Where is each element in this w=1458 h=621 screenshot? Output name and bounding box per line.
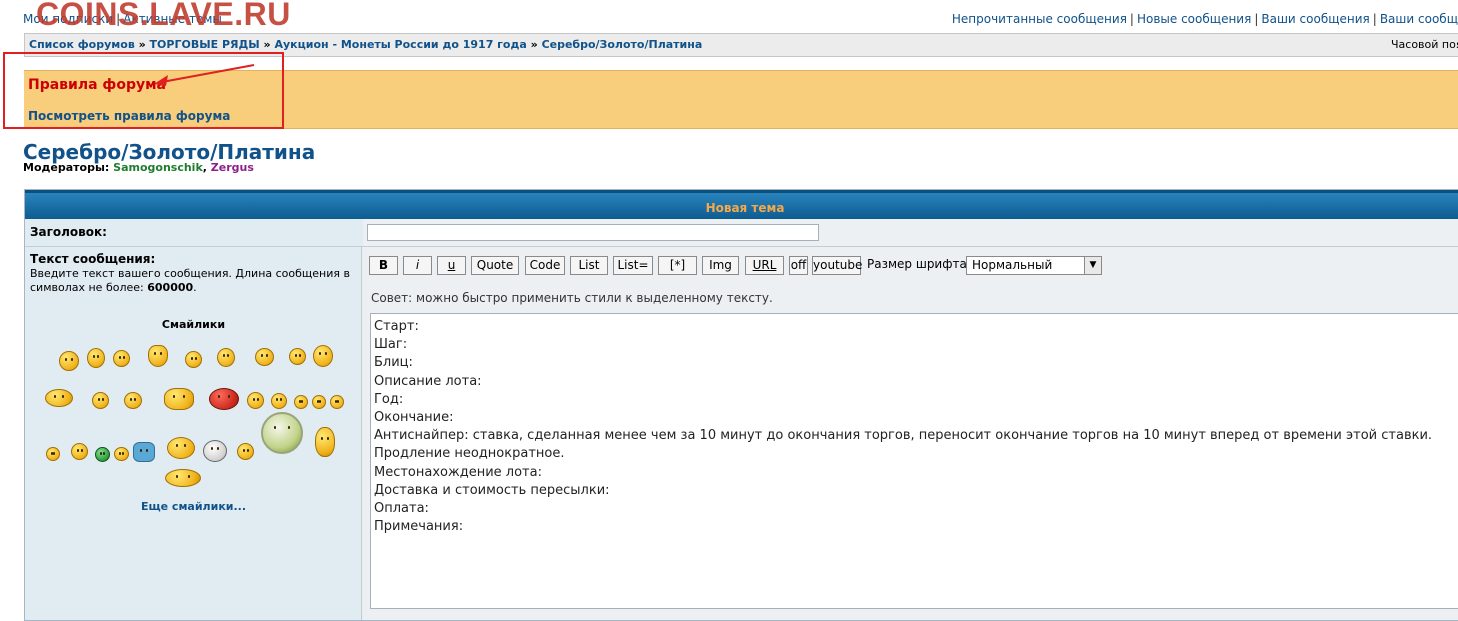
message-label: Текст сообщения: bbox=[30, 252, 156, 266]
breadcrumb-forum-index[interactable]: Список форумов bbox=[29, 38, 135, 51]
question-icon[interactable] bbox=[312, 395, 326, 409]
breadcrumb-auction[interactable]: Аукцион - Монеты России до 1917 года bbox=[274, 38, 526, 51]
cowboy-smiley-icon[interactable] bbox=[164, 388, 194, 410]
font-size-value: Нормальный bbox=[972, 258, 1053, 272]
your-posts-link[interactable]: Ваши сообщения bbox=[1261, 12, 1369, 26]
smiley-icon[interactable] bbox=[185, 351, 202, 368]
quote-button[interactable]: Quote bbox=[471, 256, 519, 275]
green-smiley-icon[interactable] bbox=[95, 447, 110, 462]
font-size-select[interactable]: Нормальный ▼ bbox=[966, 256, 1102, 275]
smiley-icon[interactable] bbox=[247, 392, 264, 409]
more-smilies-link[interactable]: Еще смайлики... bbox=[25, 500, 362, 513]
smiley-icon[interactable] bbox=[92, 392, 109, 409]
smilies-title: Смайлики bbox=[161, 318, 226, 331]
subject-row bbox=[363, 219, 1458, 247]
code-button[interactable]: Code bbox=[525, 256, 565, 275]
off-button[interactable]: off bbox=[789, 256, 808, 275]
subject-input[interactable] bbox=[367, 224, 819, 241]
breadcrumb-current[interactable]: Серебро/Золото/Платина bbox=[542, 38, 703, 51]
view-rules-link[interactable]: Посмотреть правила форума bbox=[28, 109, 230, 123]
timezone-text: Часовой пояс bbox=[1391, 38, 1458, 51]
form-header: Новая тема bbox=[25, 190, 1458, 219]
breadcrumb: Список форумов » ТОРГОВЫЕ РЯДЫ » Аукцион… bbox=[24, 33, 1458, 57]
message-sidebar: Текст сообщения: Введите текст вашего со… bbox=[25, 247, 362, 620]
message-max-length: 600000 bbox=[147, 281, 194, 294]
your-posts-link-2[interactable]: Ваши сообщ bbox=[1380, 12, 1458, 26]
cool-smiley-icon[interactable] bbox=[114, 447, 129, 461]
smiley-icon[interactable] bbox=[45, 389, 73, 407]
new-posts-link[interactable]: Новые сообщения bbox=[1137, 12, 1251, 26]
url-button[interactable]: URL bbox=[745, 256, 784, 275]
message-editor: B i u Quote Code List List= [*] Img URL … bbox=[363, 247, 1458, 620]
subject-label: Заголовок: bbox=[25, 219, 368, 247]
smiley-icon[interactable] bbox=[217, 348, 235, 367]
bold-button[interactable]: B bbox=[369, 256, 398, 275]
crazy-smiley-icon[interactable] bbox=[313, 345, 333, 367]
img-button[interactable]: Img bbox=[702, 256, 739, 275]
annotation-arrow-icon bbox=[154, 64, 255, 86]
unread-posts-link[interactable]: Непрочитанные сообщения bbox=[952, 12, 1127, 26]
smiley-icon[interactable] bbox=[271, 393, 287, 409]
moderators-label: Модераторы: bbox=[23, 161, 110, 174]
guitar-smiley-icon[interactable] bbox=[165, 469, 201, 487]
devil-smiley-icon[interactable] bbox=[209, 388, 239, 410]
smiley-icon[interactable] bbox=[124, 392, 142, 409]
smiley-icon[interactable] bbox=[87, 348, 105, 368]
posting-form: Новая тема Заголовок: Текст сообщения: В… bbox=[24, 189, 1458, 621]
underline-button[interactable]: u bbox=[437, 256, 466, 275]
wizard-smiley-icon[interactable] bbox=[148, 345, 168, 367]
message-description: Введите текст вашего сообщения. Длина со… bbox=[30, 267, 350, 294]
smiley-icon[interactable] bbox=[71, 443, 88, 460]
rules-title: Правила форума bbox=[28, 77, 166, 93]
smiley-icon[interactable] bbox=[59, 351, 79, 371]
smiley-icon[interactable] bbox=[237, 443, 254, 460]
moderator-link-2[interactable]: Zergus bbox=[211, 161, 254, 174]
smiley-icon[interactable] bbox=[167, 437, 195, 459]
site-watermark: COINS.LAVE.RU bbox=[36, 0, 291, 32]
font-size-label: Размер шрифта: bbox=[867, 257, 971, 271]
smiley-icon[interactable] bbox=[315, 427, 335, 457]
smiley-icon[interactable] bbox=[113, 350, 130, 367]
formatting-hint: Совет: можно быстро применить стили к вы… bbox=[371, 291, 773, 305]
moderator-link-1[interactable]: Samogonschik bbox=[113, 161, 203, 174]
ordered-list-button[interactable]: List= bbox=[613, 256, 653, 275]
exclamation-icon[interactable] bbox=[294, 395, 308, 409]
logo-badge-icon[interactable] bbox=[261, 412, 303, 454]
arrow-icon[interactable] bbox=[46, 447, 60, 461]
skull-icon[interactable] bbox=[203, 440, 227, 462]
list-button[interactable]: List bbox=[570, 256, 608, 275]
moderators-line: Модераторы: Samogonschik, Zergus bbox=[23, 161, 254, 174]
message-textarea[interactable]: Старт: Шаг: Блиц: Описание лота: Год: Ок… bbox=[370, 313, 1458, 609]
youtube-button[interactable]: youtube bbox=[812, 256, 862, 275]
italic-button[interactable]: i bbox=[403, 256, 432, 275]
smiley-icon[interactable] bbox=[289, 348, 306, 365]
cool-smiley-icon[interactable] bbox=[255, 348, 274, 366]
breadcrumb-trading[interactable]: ТОРГОВЫЕ РЯДЫ bbox=[150, 38, 260, 51]
chevron-down-icon[interactable]: ▼ bbox=[1084, 257, 1101, 274]
list-item-button[interactable]: [*] bbox=[658, 256, 697, 275]
wave-icon[interactable] bbox=[133, 442, 155, 462]
top-links-right: Непрочитанные сообщения | Новые сообщения |… bbox=[951, 12, 1458, 26]
question-icon[interactable] bbox=[330, 395, 344, 409]
